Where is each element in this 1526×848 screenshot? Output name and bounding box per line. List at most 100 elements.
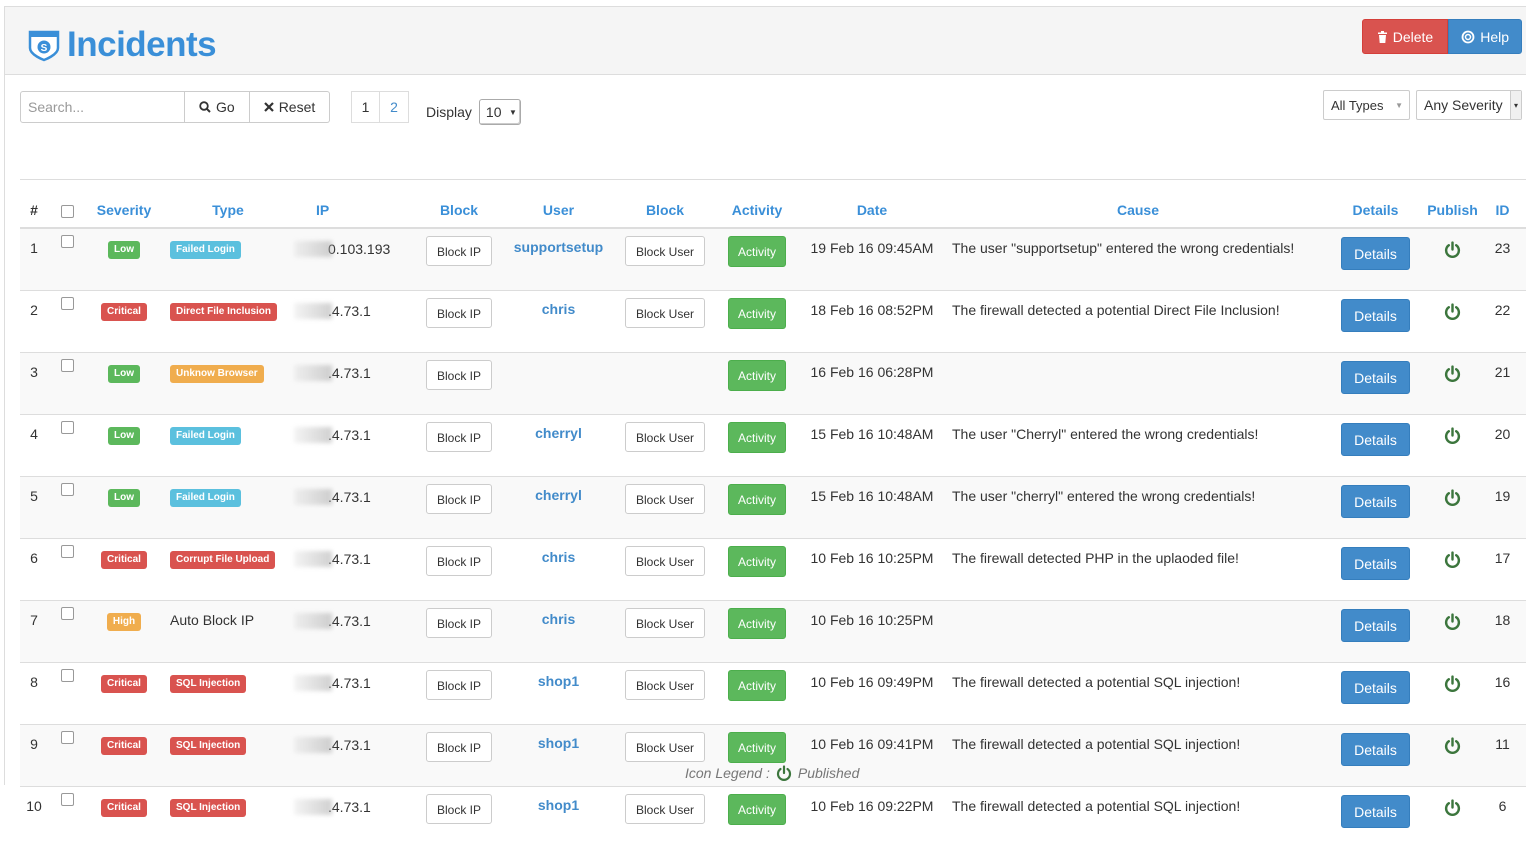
publish-toggle[interactable] (1444, 551, 1461, 571)
row-checkbox[interactable] (61, 483, 74, 496)
publish-cell[interactable] (1427, 228, 1478, 291)
activity-button[interactable]: Activity (728, 484, 786, 515)
row-checkbox[interactable] (61, 421, 74, 434)
user-link[interactable]: shop1 (538, 735, 579, 751)
search-input[interactable] (20, 91, 185, 123)
details-button[interactable]: Details (1341, 299, 1410, 332)
block-user-button[interactable]: Block User (625, 794, 705, 824)
details-button[interactable]: Details (1341, 361, 1410, 394)
publish-cell[interactable] (1427, 539, 1478, 601)
publish-toggle[interactable] (1444, 303, 1461, 323)
publish-cell[interactable] (1427, 601, 1478, 663)
block-ip-button[interactable]: Block IP (426, 794, 492, 824)
search-toolbar: Go Reset (20, 91, 330, 123)
block-user-cell: Block User (608, 291, 722, 353)
block-ip-button[interactable]: Block IP (426, 422, 492, 452)
col-user[interactable]: User (509, 180, 608, 229)
reset-button[interactable]: Reset (250, 91, 331, 123)
publish-cell[interactable] (1427, 291, 1478, 353)
activity-button[interactable]: Activity (728, 794, 786, 825)
col-id[interactable]: ID (1478, 180, 1526, 229)
publish-toggle[interactable] (1444, 489, 1461, 509)
publish-toggle[interactable] (1444, 737, 1461, 757)
block-user-button[interactable]: Block User (625, 422, 705, 452)
block-ip-button[interactable]: Block IP (426, 484, 492, 514)
user-link[interactable]: supportsetup (514, 239, 603, 255)
user-link[interactable]: cherryl (535, 425, 582, 441)
user-link[interactable]: chris (542, 549, 575, 565)
user-link[interactable]: shop1 (538, 797, 579, 813)
row-checkbox[interactable] (61, 793, 74, 806)
row-checkbox[interactable] (61, 731, 74, 744)
activity-button[interactable]: Activity (728, 422, 786, 453)
row-checkbox[interactable] (61, 669, 74, 682)
block-ip-button[interactable]: Block IP (426, 546, 492, 576)
user-link[interactable]: cherryl (535, 487, 582, 503)
details-button[interactable]: Details (1341, 671, 1410, 704)
select-all-checkbox[interactable] (61, 205, 74, 218)
block-user-button[interactable]: Block User (625, 484, 705, 514)
details-button[interactable]: Details (1341, 733, 1410, 766)
block-user-button[interactable]: Block User (625, 732, 705, 762)
page-link-2[interactable]: 2 (380, 91, 409, 123)
block-user-button[interactable]: Block User (625, 608, 705, 638)
block-user-button[interactable]: Block User (625, 670, 705, 700)
col-ip[interactable]: IP (294, 180, 409, 229)
col-type[interactable]: Type (162, 180, 294, 229)
block-user-button[interactable]: Block User (625, 236, 705, 266)
activity-button[interactable]: Activity (728, 732, 786, 763)
row-checkbox[interactable] (61, 235, 74, 248)
row-checkbox[interactable] (61, 545, 74, 558)
page-link-1[interactable]: 1 (351, 91, 380, 123)
details-button[interactable]: Details (1341, 485, 1410, 518)
type-filter-select[interactable]: All Types ▼ (1323, 90, 1410, 120)
publish-cell[interactable] (1427, 725, 1478, 787)
block-ip-button[interactable]: Block IP (426, 360, 492, 390)
help-button[interactable]: Help (1448, 19, 1522, 54)
display-select[interactable]: 10 ▼ (479, 99, 521, 125)
block-ip-button[interactable]: Block IP (426, 732, 492, 762)
publish-cell[interactable] (1427, 415, 1478, 477)
activity-button[interactable]: Activity (728, 670, 786, 701)
activity-button[interactable]: Activity (728, 608, 786, 639)
activity-button[interactable]: Activity (728, 298, 786, 329)
user-link[interactable]: shop1 (538, 673, 579, 689)
activity-button[interactable]: Activity (728, 546, 786, 577)
severity-filter-select[interactable]: Any Severity ▾ (1416, 90, 1522, 120)
block-ip-button[interactable]: Block IP (426, 608, 492, 638)
col-date[interactable]: Date (792, 180, 952, 229)
user-link[interactable]: chris (542, 611, 575, 627)
col-publish[interactable]: Publish (1427, 180, 1478, 229)
block-user-button[interactable]: Block User (625, 298, 705, 328)
row-checkbox[interactable] (61, 297, 74, 310)
details-button[interactable]: Details (1341, 609, 1410, 642)
publish-toggle[interactable] (1444, 365, 1461, 385)
block-ip-button[interactable]: Block IP (426, 298, 492, 328)
publish-cell[interactable] (1427, 477, 1478, 539)
go-button[interactable]: Go (185, 91, 250, 123)
col-severity[interactable]: Severity (86, 180, 162, 229)
pagination: 1 2 (351, 91, 409, 123)
publish-toggle[interactable] (1444, 675, 1461, 695)
publish-toggle[interactable] (1444, 241, 1461, 261)
details-button[interactable]: Details (1341, 237, 1410, 270)
activity-button[interactable]: Activity (728, 360, 786, 391)
user-link[interactable]: chris (542, 301, 575, 317)
publish-cell[interactable] (1427, 787, 1478, 848)
block-ip-button[interactable]: Block IP (426, 670, 492, 700)
publish-cell[interactable] (1427, 663, 1478, 725)
row-checkbox[interactable] (61, 359, 74, 372)
publish-toggle[interactable] (1444, 613, 1461, 633)
publish-toggle[interactable] (1444, 427, 1461, 447)
publish-toggle[interactable] (1444, 799, 1461, 819)
block-ip-button[interactable]: Block IP (426, 236, 492, 266)
details-button[interactable]: Details (1341, 423, 1410, 456)
col-cause[interactable]: Cause (952, 180, 1324, 229)
activity-button[interactable]: Activity (728, 236, 786, 267)
publish-cell[interactable] (1427, 353, 1478, 415)
details-button[interactable]: Details (1341, 547, 1410, 580)
delete-button[interactable]: Delete (1362, 19, 1448, 54)
row-checkbox[interactable] (61, 607, 74, 620)
block-user-button[interactable]: Block User (625, 546, 705, 576)
details-button[interactable]: Details (1341, 795, 1410, 828)
